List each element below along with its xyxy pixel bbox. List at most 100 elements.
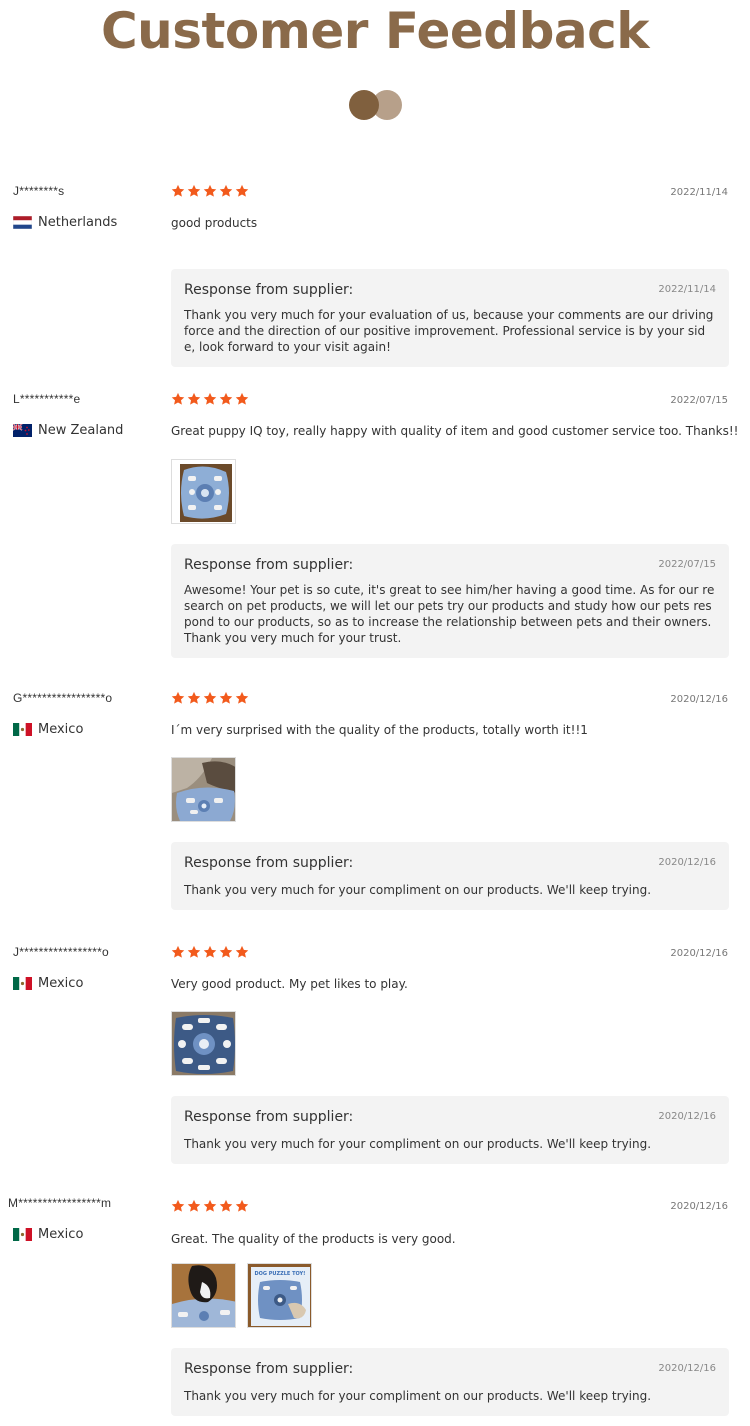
response-text: Awesome! Your pet is so cute, it's great… [184,583,715,645]
response-date: 2022/11/14 [658,284,716,295]
star-icon [219,1199,233,1212]
star-icon [219,392,233,405]
supplier-response: Response from supplier: 2022/07/15 Aweso… [171,544,729,658]
review-comment: Very good product. My pet likes to play. [171,977,408,991]
review-photos [171,459,247,524]
response-date: 2020/12/16 [658,1363,716,1374]
mexico-flag-icon [13,1228,32,1241]
mexico-flag-icon [13,723,32,736]
supplier-response: Response from supplier: 2020/12/16 Thank… [171,1348,729,1416]
puzzle-toy-photo [172,460,235,523]
review-item: M*****************m Mexico 2020/12/16 Gr… [0,1196,750,1418]
star-icon [171,392,185,405]
netherlands-flag-icon [13,216,32,229]
review-item: J********s Netherlands 2022/11/14 good p… [0,184,750,374]
review-photo-thumbnail[interactable]: DOG PUZZLE TOY! [247,1263,312,1328]
response-text: Thank you very much for your compliment … [184,1137,652,1151]
star-icon [171,691,185,704]
reviewer-country: Mexico [13,976,83,991]
country-name: Mexico [38,722,84,737]
star-icon [187,1199,201,1212]
review-photo-thumbnail[interactable] [171,1263,236,1328]
review-photo-thumbnail[interactable] [171,757,236,822]
reviewer-country: Netherlands [13,215,117,230]
star-icon [219,184,233,197]
review-date: 2020/12/16 [670,694,728,705]
product-box-photo: DOG PUZZLE TOY! [248,1264,311,1327]
review-comment: Great puppy IQ toy, really happy with qu… [171,424,739,438]
review-photos [171,1011,247,1076]
star-rating [171,691,251,707]
star-icon [235,691,249,704]
supplier-response: Response from supplier: 2020/12/16 Thank… [171,842,729,910]
reviewer-country: New Zealand [13,423,123,438]
supplier-response: Response from supplier: 2022/11/14 Thank… [171,269,729,367]
star-rating [171,184,251,200]
star-icon [187,691,201,704]
star-icon [203,392,217,405]
star-rating [171,392,251,408]
reviewer-country: Mexico [13,1227,83,1242]
review-date: 2020/12/16 [670,1201,728,1212]
response-label: Response from supplier: [184,1361,354,1377]
puzzle-toy-top-photo [172,1012,235,1075]
star-icon [203,184,217,197]
country-name: Mexico [38,976,84,991]
review-item: G*****************o Mexico 2020/12/16 I´… [0,691,750,913]
response-label: Response from supplier: [184,855,354,871]
new-zealand-flag-icon [13,424,32,437]
star-icon [235,184,249,197]
review-photos: DOG PUZZLE TOY! [171,1263,323,1328]
star-icon [235,945,249,958]
star-rating [171,945,251,961]
star-icon [187,392,201,405]
reviewer-name: J********s [13,184,65,198]
star-icon [203,691,217,704]
response-label: Response from supplier: [184,557,354,573]
page-title: Customer Feedback [100,2,650,60]
mexico-flag-icon [13,977,32,990]
country-name: Mexico [38,1227,84,1242]
supplier-response: Response from supplier: 2020/12/16 Thank… [171,1096,729,1164]
star-icon [203,1199,217,1212]
star-icon [235,392,249,405]
reviewer-name: J*****************o [13,945,109,959]
response-text: Thank you very much for your compliment … [184,883,652,897]
dog-playing-photo [172,1264,235,1327]
star-icon [171,945,185,958]
response-date: 2022/07/15 [658,559,716,570]
star-icon [187,945,201,958]
star-rating [171,1199,251,1215]
box-label: DOG PUZZLE TOY! [255,1271,306,1277]
review-photo-thumbnail[interactable] [171,459,236,524]
response-text: Thank you very much for your compliment … [184,1389,652,1403]
review-comment: good products [171,216,258,230]
review-photos [171,757,247,822]
review-date: 2020/12/16 [670,948,728,959]
reviewer-name: G*****************o [13,691,113,705]
star-icon [203,945,217,958]
reviewer-name: L***********e [13,392,81,406]
response-date: 2020/12/16 [658,1111,716,1122]
review-comment: Great. The quality of the products is ve… [171,1232,456,1246]
decorative-dot-dark [349,90,379,120]
review-item: L***********e New Zealand 2022/07/15 Gre… [0,392,750,664]
star-icon [171,1199,185,1212]
country-name: Netherlands [38,215,118,230]
review-photo-thumbnail[interactable] [171,1011,236,1076]
response-date: 2020/12/16 [658,857,716,868]
star-icon [219,945,233,958]
response-text: Thank you very much for your evaluation … [184,308,714,354]
response-label: Response from supplier: [184,1109,354,1125]
star-icon [235,1199,249,1212]
reviewer-country: Mexico [13,722,83,737]
reviewer-name: M*****************m [8,1196,112,1210]
review-date: 2022/11/14 [670,187,728,198]
star-icon [219,691,233,704]
dog-with-toy-photo [172,758,235,821]
review-comment: I´m very surprised with the quality of t… [171,723,588,737]
country-name: New Zealand [38,423,124,438]
title-decoration [349,90,403,120]
star-icon [171,184,185,197]
review-date: 2022/07/15 [670,395,728,406]
